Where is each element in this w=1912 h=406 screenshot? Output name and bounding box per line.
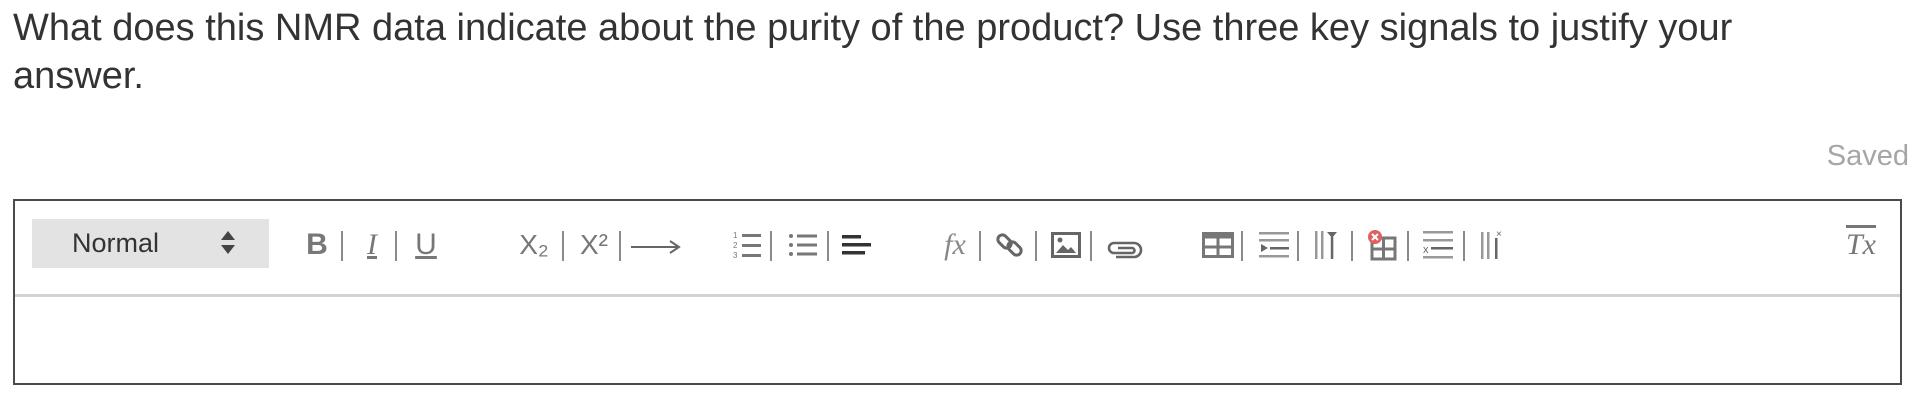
svg-text:3: 3 (733, 251, 738, 260)
insert-column-icon (1315, 231, 1337, 259)
underline-icon: U (415, 228, 437, 261)
editor-content[interactable] (15, 297, 1900, 383)
bullet-list-button[interactable] (786, 227, 820, 263)
formula-icon: fx (944, 228, 966, 261)
superscript-button[interactable]: X² (572, 227, 616, 263)
subscript-icon: X₂ (519, 229, 549, 260)
format-select-value: Normal (72, 228, 160, 258)
format-select[interactable]: Normal (32, 219, 269, 268)
insert-column-button[interactable] (1312, 227, 1344, 263)
svg-text:2: 2 (733, 241, 738, 250)
paperclip-icon (1107, 241, 1143, 259)
bold-button[interactable]: B (300, 227, 334, 263)
table-icon (1202, 232, 1234, 258)
ordered-list-button[interactable]: 1 2 3 (731, 227, 765, 263)
arrow-button[interactable] (628, 227, 684, 263)
delete-row-icon: x (1423, 231, 1453, 259)
attachment-button[interactable] (1103, 231, 1147, 267)
ordered-list-icon: 1 2 3 (733, 231, 761, 260)
svg-text:×: × (1496, 229, 1502, 240)
delete-column-button[interactable]: × (1478, 227, 1510, 263)
insert-row-button[interactable] (1258, 227, 1290, 263)
superscript-icon: X² (580, 229, 608, 260)
delete-column-icon: × (1481, 229, 1502, 259)
select-arrows-icon (221, 229, 235, 257)
align-button[interactable] (841, 227, 873, 263)
formula-button[interactable]: fx (937, 227, 973, 263)
clear-format-button[interactable]: Tx (1841, 227, 1881, 263)
italic-icon: I (367, 228, 377, 261)
rich-text-editor: Normal B I U X₂ X² 1 2 3 fx x × Tx (13, 199, 1902, 385)
delete-table-icon (1368, 230, 1397, 261)
table-button[interactable] (1201, 227, 1235, 263)
clear-format-icon: Tx (1846, 228, 1876, 261)
underline-button[interactable]: U (407, 227, 445, 263)
question-text: What does this NMR data indicate about t… (13, 7, 1733, 97)
image-icon (1051, 232, 1081, 258)
bullet-list-icon (789, 234, 817, 256)
link-icon (996, 233, 1023, 257)
italic-button[interactable]: I (355, 227, 389, 263)
delete-row-button[interactable]: x (1422, 227, 1454, 263)
long-arrow-icon (631, 240, 681, 254)
svg-text:x: x (1423, 244, 1429, 256)
saved-status: Saved (1826, 140, 1909, 172)
subscript-button[interactable]: X₂ (511, 227, 557, 263)
delete-table-button[interactable] (1366, 227, 1398, 263)
editor-toolbar: Normal B I U X₂ X² 1 2 3 fx x × Tx (15, 201, 1900, 297)
insert-row-icon (1259, 232, 1289, 258)
svg-text:1: 1 (733, 231, 738, 240)
bold-icon: B (306, 228, 328, 261)
image-button[interactable] (1048, 227, 1084, 263)
link-button[interactable] (992, 227, 1028, 263)
align-left-icon (842, 235, 871, 255)
